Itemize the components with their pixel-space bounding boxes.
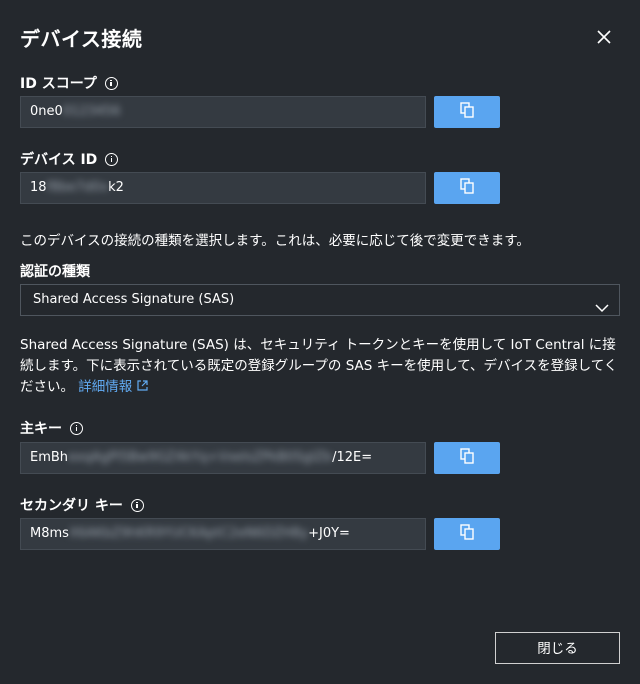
secondary-key-field[interactable]: M8msX6AKbZ9hKR9YUCKAptC2eN6DZH8y+J0Y= — [20, 518, 426, 550]
info-icon[interactable] — [105, 152, 119, 166]
copy-device-id-button[interactable] — [434, 172, 500, 204]
connection-description: このデバイスの接続の種類を選択します。これは、必要に応じて後で変更できます。 — [20, 233, 530, 249]
device-id-field[interactable]: 18f8be7d0xk2 — [20, 172, 426, 204]
auth-type-label: 認証の種類 — [20, 264, 90, 280]
auth-type-dropdown[interactable]: Shared Access Signature (SAS) — [20, 284, 620, 316]
copy-icon — [460, 102, 474, 122]
copy-secondary-key-button[interactable] — [434, 518, 500, 550]
more-info-link[interactable]: 詳細情報 — [78, 379, 148, 395]
copy-icon — [460, 524, 474, 544]
info-icon[interactable] — [130, 498, 144, 512]
id-scope-label: ID スコープ — [20, 73, 118, 93]
id-scope-field[interactable]: 0ne00123456 — [20, 96, 426, 128]
close-button[interactable]: 閉じる — [495, 632, 620, 664]
secondary-key-label: セカンダリ キー — [20, 495, 144, 515]
copy-primary-key-button[interactable] — [434, 442, 500, 474]
device-connection-dialog: デバイス接続 ID スコープ 0ne00123456 デバイス ID 18f8b… — [0, 0, 640, 684]
primary-key-label: 主キー — [20, 418, 83, 438]
copy-id-scope-button[interactable] — [434, 96, 500, 128]
close-icon[interactable] — [592, 25, 616, 49]
info-icon[interactable] — [104, 76, 118, 90]
copy-icon — [460, 448, 474, 468]
dialog-title: デバイス接続 — [20, 27, 143, 51]
primary-key-field[interactable]: EmBhexqAgPl5Bw9GZ4kYq+VxeIsZPkB0SgIZb/12… — [20, 442, 426, 474]
chevron-down-icon — [595, 295, 609, 325]
device-id-label: デバイス ID — [20, 149, 119, 169]
info-icon[interactable] — [70, 421, 83, 435]
copy-icon — [460, 178, 474, 198]
sas-description: Shared Access Signature (SAS) は、セキュリティ ト… — [20, 337, 618, 395]
external-link-icon — [136, 380, 148, 391]
